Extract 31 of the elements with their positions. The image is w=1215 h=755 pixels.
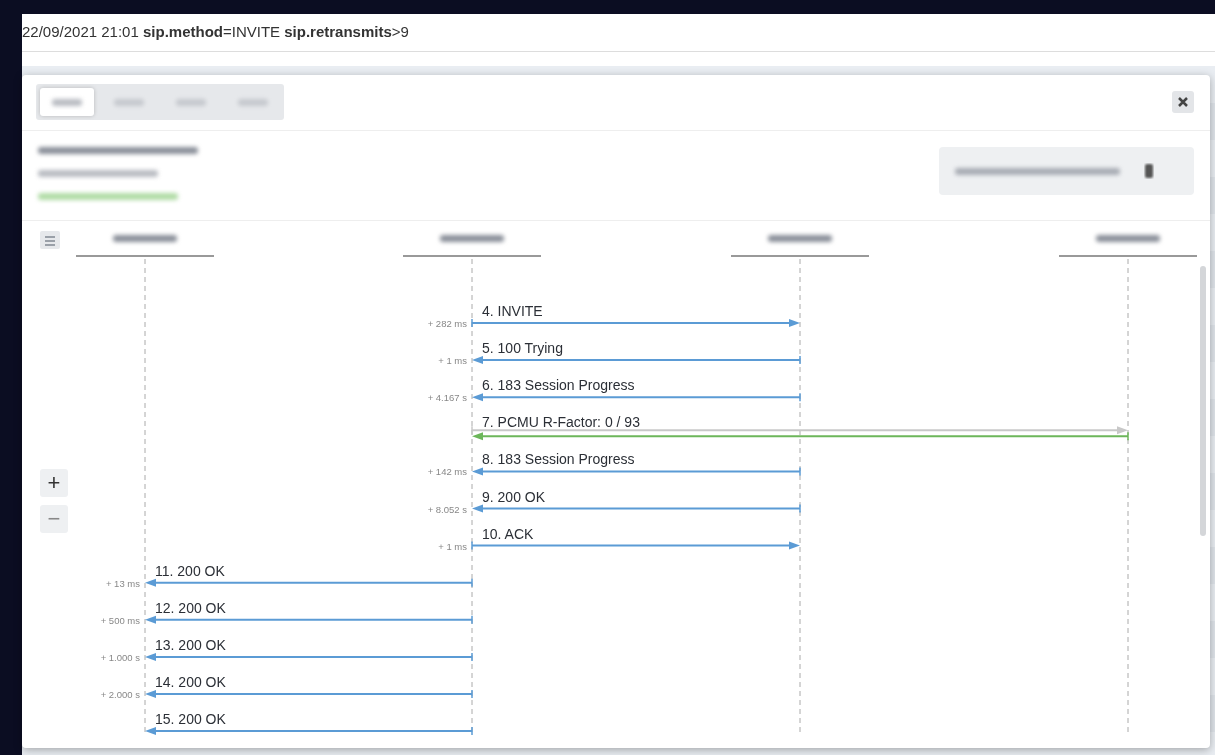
close-icon xyxy=(1177,96,1189,108)
message-label: 14. 200 OK xyxy=(155,674,226,690)
menu-icon[interactable] xyxy=(40,231,60,249)
delay-label: + 4.167 s xyxy=(427,392,467,404)
delay-label: + 1 ms xyxy=(438,355,467,367)
delay-label: + 500 ms xyxy=(100,614,140,626)
close-button[interactable] xyxy=(1172,91,1194,113)
tab[interactable] xyxy=(40,88,94,116)
message-label: 8. 183 Session Progress xyxy=(482,451,635,468)
delay-label: + 8.052 s xyxy=(427,503,467,515)
message-label: 5. 100 Trying xyxy=(482,340,563,357)
delay-label: + 1 ms xyxy=(438,540,467,552)
message-label: 4. INVITE xyxy=(482,303,543,319)
message-label: 7. PCMU R-Factor: 0 / 93 xyxy=(482,414,640,431)
scrollbar-thumb[interactable] xyxy=(1200,266,1206,536)
message-label: 6. 183 Session Progress xyxy=(482,377,635,394)
delay-label: + 13 ms xyxy=(105,577,140,589)
message-label: 9. 200 OK xyxy=(482,488,546,505)
export-dropdown[interactable] xyxy=(939,147,1194,195)
message-label: 15. 200 OK xyxy=(155,711,226,728)
delay-label: + 282 ms xyxy=(427,318,467,329)
delay-label: + 142 ms xyxy=(427,466,467,478)
download-icon xyxy=(1144,163,1154,179)
message-label: 11. 200 OK xyxy=(155,562,225,579)
search-query[interactable]: 22/09/2021 21:01 sip.method=INVITE sip.retransmits>9 xyxy=(22,21,409,44)
message-label: 10. ACK xyxy=(482,525,534,542)
message-label: 12. 200 OK xyxy=(155,599,226,616)
delay-label: + 2.000 s xyxy=(100,689,140,700)
zoom-in-button[interactable]: + xyxy=(40,469,68,497)
message-label: 13. 200 OK xyxy=(155,636,226,653)
delay-label: + 1.000 s xyxy=(100,651,140,663)
